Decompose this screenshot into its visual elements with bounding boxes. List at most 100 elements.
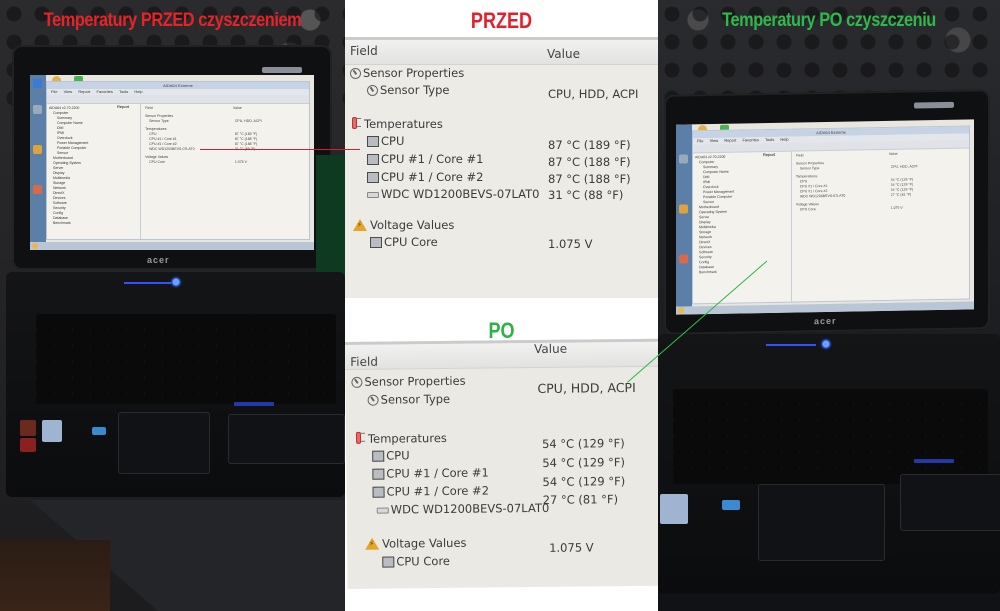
- group-label: Temperatures: [367, 430, 447, 446]
- row-field: Sensor Type: [380, 83, 450, 97]
- floor: [0, 540, 110, 611]
- row-value: 31 °C (88 °F): [548, 188, 624, 202]
- menu-view[interactable]: View: [710, 138, 719, 143]
- menu-file[interactable]: File: [697, 138, 703, 143]
- group-voltage-values[interactable]: Voltage Values: [345, 218, 658, 235]
- menu-view[interactable]: View: [64, 89, 73, 94]
- row-field: WDC WD1200BEVS-07LAT0: [390, 500, 550, 517]
- group-voltage-values[interactable]: Voltage Values: [347, 534, 660, 554]
- group-sensor-properties[interactable]: Sensor Properties: [345, 66, 658, 83]
- touchpad: [118, 412, 210, 474]
- cpu-chip-icon: [367, 136, 379, 147]
- row-field: CPU: [386, 448, 410, 463]
- group-label: Temperatures: [364, 117, 443, 131]
- row-field: CPU #1 / Core #2: [386, 483, 490, 499]
- sensor-icon: [367, 394, 379, 406]
- menu-report[interactable]: Report: [724, 138, 736, 143]
- table-row[interactable]: CPU 87 °C (189 °F): [345, 134, 658, 152]
- app-icon: [33, 185, 42, 194]
- voltage-warning-icon: [353, 219, 367, 231]
- after-cleaning-photo: Temperatury PO czyszczeniu AIDA64 Extrem…: [658, 0, 1000, 611]
- row-value: 1.075 V: [549, 540, 594, 555]
- row-field: CPU #1 / Core #1: [386, 465, 489, 481]
- column-field[interactable]: Field: [350, 355, 378, 369]
- table-header: Field Value: [345, 40, 658, 65]
- cpu-chip-icon: [382, 556, 395, 568]
- before-cleaning-photo: Temperatury PRZED czyszczeniem AIDA64 Ex…: [0, 0, 345, 611]
- computer-icon: [33, 79, 42, 88]
- menu-tools[interactable]: Tools: [119, 89, 128, 94]
- thermometer-icon: [354, 432, 366, 445]
- tree-item[interactable]: Benchmark: [49, 221, 138, 226]
- cpu-chip-icon: [370, 237, 382, 248]
- zoomed-readouts: PRZED Field Value Sensor Properties Sens…: [345, 0, 661, 611]
- start-button[interactable]: [32, 243, 38, 249]
- column-value[interactable]: Value: [534, 342, 567, 356]
- menu-tools[interactable]: Tools: [765, 137, 774, 142]
- table-row[interactable]: Sensor Type CPU, HDD, ACPI: [345, 83, 658, 101]
- blue-led-strip: [766, 344, 816, 346]
- menu-file[interactable]: File: [51, 89, 57, 94]
- before-connector-line: [200, 149, 360, 150]
- sensor-icon: [367, 85, 378, 96]
- desktop-icon-column: [676, 124, 692, 307]
- folder-icon: [679, 204, 688, 214]
- laptop-screen: AIDA64 Extreme File View Report Favorite…: [30, 75, 314, 250]
- intel-sticker: [92, 427, 106, 435]
- column-value[interactable]: Value: [547, 47, 580, 61]
- mini-row[interactable]: CPU Core 1.075 V: [145, 160, 305, 165]
- aida64-window: AIDA64 Extreme File View Report Favorite…: [46, 81, 310, 240]
- table-row[interactable]: CPU #1 / Core #1 87 °C (188 °F): [345, 152, 658, 169]
- table-row[interactable]: CPU Core 1.075 V: [347, 540, 660, 572]
- aida64-window: AIDA64 Extreme File View Report Favorite…: [692, 125, 970, 305]
- row-field: Sensor Type: [380, 391, 451, 407]
- before-sensor-table: Field Value Sensor Properties Sensor Typ…: [345, 37, 658, 298]
- palmrest-panel: [900, 474, 1000, 531]
- amd-sticker: [20, 420, 36, 436]
- row-field: CPU Core: [384, 235, 438, 249]
- cpu-chip-icon: [367, 172, 379, 183]
- app-icon: [679, 254, 688, 264]
- before-photo-title: Temperatury PRZED czyszczeniem: [43, 10, 302, 31]
- table-row[interactable]: Sensor Type CPU, HDD, ACPI: [346, 380, 659, 410]
- table-row[interactable]: CPU Core 1.075 V: [345, 235, 658, 252]
- windows-sticker: [42, 420, 62, 442]
- column-field[interactable]: Field: [350, 44, 378, 58]
- table-row[interactable]: CPU #1 / Core #2 87 °C (188 °F): [345, 170, 658, 187]
- menu-favorites[interactable]: Favorites: [96, 89, 112, 94]
- keyboard: [36, 314, 336, 404]
- network-icon: [33, 105, 42, 114]
- keyboard: [673, 389, 988, 484]
- group-temperatures[interactable]: Temperatures: [345, 117, 658, 134]
- mini-row[interactable]: Sensor Type CPU, HDD, ACPI: [145, 119, 305, 124]
- windows-sticker: [660, 494, 688, 524]
- cpu-chip-icon: [372, 450, 385, 462]
- sensor-icon: [351, 376, 363, 388]
- cpu-chip-icon: [372, 468, 385, 480]
- start-button[interactable]: [678, 307, 684, 314]
- acer-logo: acer: [814, 315, 837, 327]
- cpu-chip-icon: [372, 486, 385, 498]
- sensor-details-pane: Field Value Sensor Properties Sensor Type CP…: [141, 104, 309, 239]
- menu-help[interactable]: Help: [780, 137, 788, 142]
- menu-report[interactable]: Report: [78, 89, 90, 94]
- menu-favorites[interactable]: Favorites: [742, 137, 758, 142]
- table-row[interactable]: WDC WD1200BEVS-07LAT0 31 °C (88 °F): [345, 187, 658, 204]
- touchpad: [758, 484, 885, 561]
- after-sensor-table: Field Value Sensor Properties Sensor Typ…: [345, 338, 661, 589]
- table-row[interactable]: WDC WD1200BEVS-07LAT0 27 °C (81 °F): [347, 492, 660, 520]
- tree-item[interactable]: Benchmark: [695, 269, 789, 276]
- network-icon: [679, 154, 688, 164]
- laptop-base: [6, 272, 345, 497]
- laptop-screen: AIDA64 Extreme File View Report Favorite…: [676, 119, 974, 315]
- navigation-tree[interactable]: AIDA64 v2.70.2200 Computer Summary Computer…: [47, 104, 142, 239]
- menu-help[interactable]: Help: [134, 89, 142, 94]
- table-header: Field Value: [345, 342, 659, 370]
- row-field: WDC WD1200BEVS-07LAT0: [381, 187, 540, 201]
- mini-header: Field Value: [795, 151, 898, 158]
- row-value: 87 °C (188 °F): [548, 155, 631, 169]
- blue-led-strip: [124, 282, 174, 284]
- brand-badge: [914, 101, 954, 109]
- intel-sticker: [722, 500, 740, 510]
- thermometer-icon: [350, 117, 362, 130]
